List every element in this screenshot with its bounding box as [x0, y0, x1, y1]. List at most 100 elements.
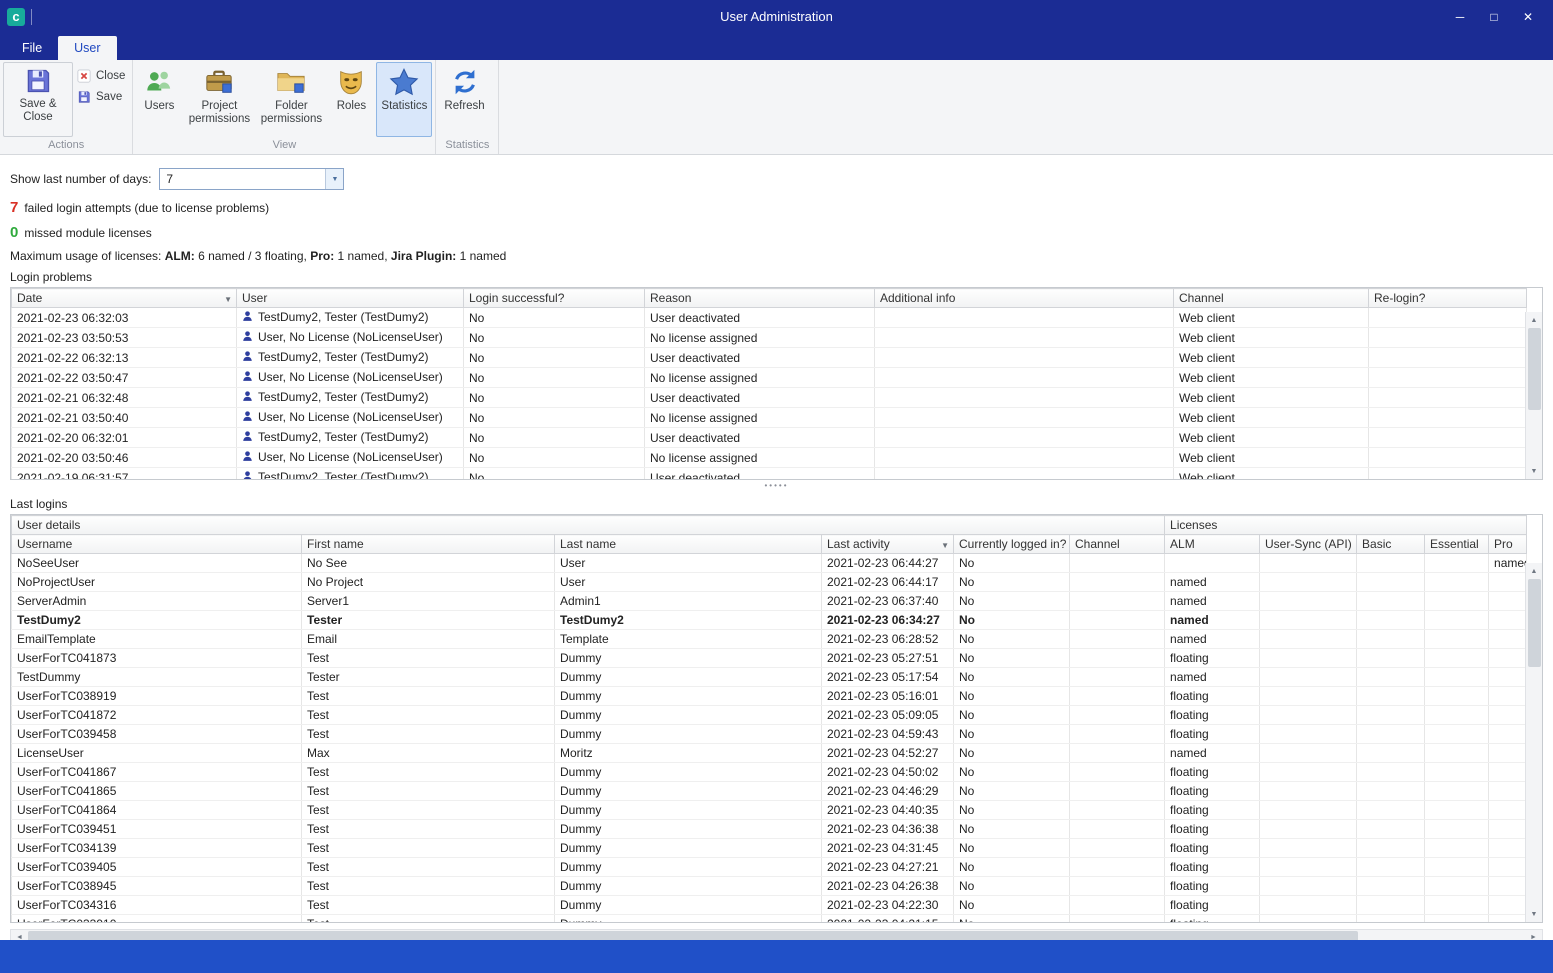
tab-file[interactable]: File — [6, 36, 58, 60]
login-problem-row[interactable]: 2021-02-20 03:50:46User, No License (NoL… — [12, 448, 1527, 468]
app-icon: c — [7, 8, 25, 26]
column-header[interactable]: Re-login? — [1369, 289, 1527, 308]
login-problems-vscrollbar[interactable]: ▲ ▼ — [1525, 312, 1542, 479]
days-filter-label: Show last number of days: — [10, 172, 151, 186]
login-problem-row[interactable]: 2021-02-23 06:32:03TestDumy2, Tester (Te… — [12, 308, 1527, 328]
user-icon — [242, 330, 253, 345]
column-header[interactable]: Reason — [645, 289, 875, 308]
group-label-actions: Actions — [3, 137, 129, 154]
column-header[interactable]: Last activity▼ — [822, 535, 954, 554]
last-login-row[interactable]: UserForTC034316TestDummy2021-02-23 04:22… — [12, 896, 1527, 915]
last-login-row[interactable]: EmailTemplateEmailTemplate2021-02-23 06:… — [12, 630, 1527, 649]
project-permissions-button[interactable]: Project permissions — [184, 62, 254, 137]
last-login-row[interactable]: UserForTC041872TestDummy2021-02-23 05:09… — [12, 706, 1527, 725]
horizontal-scrollbar[interactable]: ◄ ► — [10, 929, 1543, 940]
roles-button[interactable]: Roles — [328, 62, 374, 137]
scroll-up-icon[interactable]: ▲ — [1526, 563, 1542, 579]
close-button[interactable]: Close — [77, 69, 125, 83]
column-header[interactable]: Channel — [1070, 535, 1165, 554]
days-filter-combobox[interactable]: 7 ▼ — [159, 168, 344, 190]
band-header-user-details: User details — [12, 516, 1165, 535]
column-header[interactable]: Last name — [555, 535, 822, 554]
jira-plugin-value: 1 named — [460, 249, 507, 263]
last-login-row[interactable]: ServerAdminServer1Admin12021-02-23 06:37… — [12, 592, 1527, 611]
column-header[interactable]: User — [237, 289, 464, 308]
combo-dropdown-icon[interactable]: ▼ — [325, 169, 343, 189]
column-header[interactable]: First name — [302, 535, 555, 554]
tab-user[interactable]: User — [58, 36, 116, 60]
column-header[interactable]: ALM — [1165, 535, 1260, 554]
pro-label: Pro: — [310, 249, 334, 263]
scroll-up-icon[interactable]: ▲ — [1526, 312, 1542, 328]
last-login-row[interactable]: NoProjectUserNo ProjectUser2021-02-23 06… — [12, 573, 1527, 592]
last-login-row[interactable]: UserForTC039458TestDummy2021-02-23 04:59… — [12, 725, 1527, 744]
failed-login-text: failed login attempts (due to license pr… — [24, 201, 269, 215]
last-logins-vscrollbar[interactable]: ▲ ▼ — [1525, 563, 1542, 922]
column-header[interactable]: Channel — [1174, 289, 1369, 308]
column-header[interactable]: Basic — [1357, 535, 1425, 554]
last-login-row[interactable]: UserForTC041865TestDummy2021-02-23 04:46… — [12, 782, 1527, 801]
user-icon — [242, 350, 253, 365]
last-login-row[interactable]: TestDumy2TesterTestDumy22021-02-23 06:34… — [12, 611, 1527, 630]
window-title: User Administration — [0, 9, 1553, 24]
close-window-button[interactable]: ✕ — [1513, 5, 1543, 29]
user-icon — [242, 470, 253, 480]
project-permissions-icon — [204, 67, 234, 97]
login-problem-row[interactable]: 2021-02-22 03:50:47User, No License (NoL… — [12, 368, 1527, 388]
missed-licenses-summary: 0 missed module licenses — [10, 224, 1543, 241]
scrollbar-thumb[interactable] — [28, 931, 1358, 940]
scrollbar-thumb[interactable] — [1528, 328, 1541, 410]
folder-permissions-button[interactable]: Folder permissions — [256, 62, 326, 137]
scroll-down-icon[interactable]: ▼ — [1526, 463, 1542, 479]
last-login-row[interactable]: TestDummyTesterDummy2021-02-23 05:17:54N… — [12, 668, 1527, 687]
maximize-button[interactable]: □ — [1479, 5, 1509, 29]
login-problem-row[interactable]: 2021-02-19 06:31:57TestDumy2, Tester (Te… — [12, 468, 1527, 481]
titlebar-divider — [31, 9, 32, 25]
main-content: Show last number of days: 7 ▼ 7 failed l… — [0, 155, 1553, 940]
last-login-row[interactable]: UserForTC033910TestDummy2021-02-23 04:21… — [12, 915, 1527, 924]
column-header[interactable]: Pro — [1489, 535, 1527, 554]
ribbon: Save & Close Close Save — [0, 60, 1553, 155]
splitter-handle[interactable]: ••••• — [10, 480, 1543, 490]
last-login-row[interactable]: UserForTC034139TestDummy2021-02-23 04:31… — [12, 839, 1527, 858]
column-header[interactable]: Login successful? — [464, 289, 645, 308]
column-header[interactable]: Date▼ — [12, 289, 237, 308]
sort-desc-icon: ▼ — [941, 541, 949, 550]
column-header[interactable]: Username — [12, 535, 302, 554]
last-login-row[interactable]: UserForTC038945TestDummy2021-02-23 04:26… — [12, 877, 1527, 896]
login-problem-row[interactable]: 2021-02-21 06:32:48TestDumy2, Tester (Te… — [12, 388, 1527, 408]
column-header[interactable]: Essential — [1425, 535, 1489, 554]
last-login-row[interactable]: UserForTC039405TestDummy2021-02-23 04:27… — [12, 858, 1527, 877]
last-login-row[interactable]: UserForTC041864TestDummy2021-02-23 04:40… — [12, 801, 1527, 820]
refresh-icon — [450, 67, 480, 97]
folder-permissions-icon — [276, 67, 306, 97]
scroll-down-icon[interactable]: ▼ — [1526, 906, 1542, 922]
login-problem-row[interactable]: 2021-02-23 03:50:53User, No License (NoL… — [12, 328, 1527, 348]
refresh-button[interactable]: Refresh — [439, 62, 489, 137]
statistics-button[interactable]: Statistics — [376, 62, 432, 137]
scroll-right-icon[interactable]: ► — [1525, 930, 1542, 940]
app-window: c User Administration ─ □ ✕ File User Sa… — [0, 0, 1553, 973]
user-icon — [242, 390, 253, 405]
save-button[interactable]: Save — [77, 90, 125, 104]
last-login-row[interactable]: UserForTC041873TestDummy2021-02-23 05:27… — [12, 649, 1527, 668]
ribbon-group-actions: Save & Close Close Save — [0, 60, 133, 154]
statistics-icon — [389, 67, 419, 97]
last-login-row[interactable]: UserForTC039451TestDummy2021-02-23 04:36… — [12, 820, 1527, 839]
last-login-row[interactable]: LicenseUserMaxMoritz2021-02-23 04:52:27N… — [12, 744, 1527, 763]
column-header[interactable]: User-Sync (API) — [1260, 535, 1357, 554]
login-problem-row[interactable]: 2021-02-21 03:50:40User, No License (NoL… — [12, 408, 1527, 428]
column-header[interactable]: Currently logged in? — [954, 535, 1070, 554]
login-problem-row[interactable]: 2021-02-20 06:32:01TestDumy2, Tester (Te… — [12, 428, 1527, 448]
last-login-row[interactable]: UserForTC038919TestDummy2021-02-23 05:16… — [12, 687, 1527, 706]
users-button[interactable]: Users — [136, 62, 182, 137]
last-login-row[interactable]: UserForTC041867TestDummy2021-02-23 04:50… — [12, 763, 1527, 782]
save-and-close-button[interactable]: Save & Close — [3, 62, 73, 137]
minimize-button[interactable]: ─ — [1445, 5, 1475, 29]
column-header[interactable]: Additional info — [875, 289, 1174, 308]
scroll-left-icon[interactable]: ◄ — [11, 930, 28, 940]
jira-plugin-label: Jira Plugin: — [391, 249, 456, 263]
login-problem-row[interactable]: 2021-02-22 06:32:13TestDumy2, Tester (Te… — [12, 348, 1527, 368]
scrollbar-thumb[interactable] — [1528, 579, 1541, 667]
last-login-row[interactable]: NoSeeUserNo SeeUser2021-02-23 06:44:27No… — [12, 554, 1527, 573]
